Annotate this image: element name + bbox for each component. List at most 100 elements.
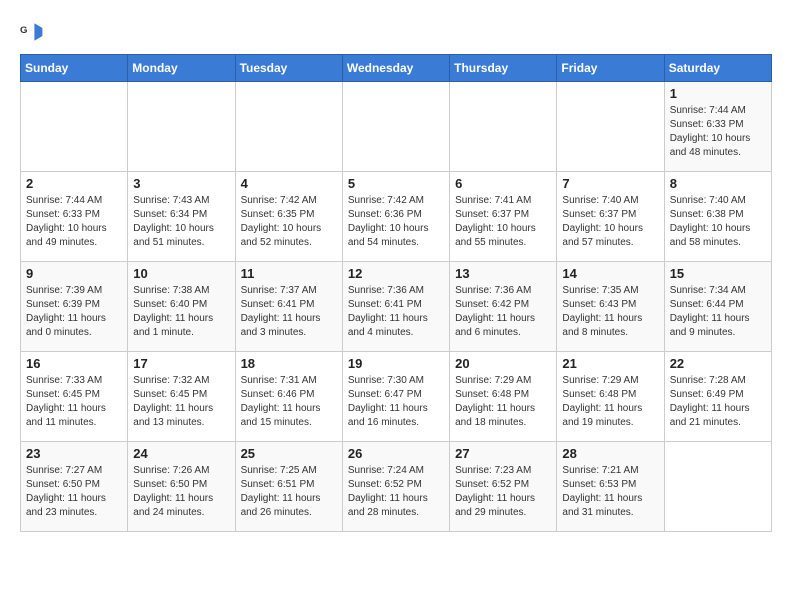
logo: G [20, 20, 48, 44]
weekday-header-tuesday: Tuesday [235, 55, 342, 82]
day-number: 15 [670, 266, 766, 281]
calendar-cell [235, 82, 342, 172]
calendar-cell: 6 Sunrise: 7:41 AM Sunset: 6:37 PM Daylig… [450, 172, 557, 262]
logo-icon: G [20, 20, 44, 44]
cell-info: Sunrise: 7:43 AM Sunset: 6:34 PM Dayligh… [133, 194, 229, 250]
weekday-header-row: SundayMondayTuesdayWednesdayThursdayFrid… [21, 55, 772, 82]
week-row-2: 2 Sunrise: 7:44 AM Sunset: 6:33 PM Daylig… [21, 172, 772, 262]
calendar-cell [664, 442, 771, 532]
cell-info: Sunrise: 7:40 AM Sunset: 6:37 PM Dayligh… [562, 194, 658, 250]
calendar-table: SundayMondayTuesdayWednesdayThursdayFrid… [20, 54, 772, 532]
calendar-cell [128, 82, 235, 172]
cell-info: Sunrise: 7:40 AM Sunset: 6:38 PM Dayligh… [670, 194, 766, 250]
cell-info: Sunrise: 7:31 AM Sunset: 6:46 PM Dayligh… [241, 374, 337, 430]
week-row-5: 23 Sunrise: 7:27 AM Sunset: 6:50 PM Dayli… [21, 442, 772, 532]
cell-info: Sunrise: 7:38 AM Sunset: 6:40 PM Dayligh… [133, 284, 229, 340]
day-number: 23 [26, 446, 122, 461]
day-number: 27 [455, 446, 551, 461]
calendar-cell: 28 Sunrise: 7:21 AM Sunset: 6:53 PM Dayli… [557, 442, 664, 532]
day-number: 21 [562, 356, 658, 371]
calendar-cell: 8 Sunrise: 7:40 AM Sunset: 6:38 PM Daylig… [664, 172, 771, 262]
calendar-cell: 11 Sunrise: 7:37 AM Sunset: 6:41 PM Dayli… [235, 262, 342, 352]
cell-info: Sunrise: 7:39 AM Sunset: 6:39 PM Dayligh… [26, 284, 122, 340]
cell-info: Sunrise: 7:44 AM Sunset: 6:33 PM Dayligh… [26, 194, 122, 250]
cell-info: Sunrise: 7:21 AM Sunset: 6:53 PM Dayligh… [562, 464, 658, 520]
cell-info: Sunrise: 7:24 AM Sunset: 6:52 PM Dayligh… [348, 464, 444, 520]
calendar-cell: 24Sunrise: 7:26 AM Sunset: 6:50 PM Dayli… [128, 442, 235, 532]
calendar-cell: 16Sunrise: 7:33 AM Sunset: 6:45 PM Dayli… [21, 352, 128, 442]
day-number: 19 [348, 356, 444, 371]
cell-info: Sunrise: 7:26 AM Sunset: 6:50 PM Dayligh… [133, 464, 229, 520]
cell-info: Sunrise: 7:28 AM Sunset: 6:49 PM Dayligh… [670, 374, 766, 430]
day-number: 26 [348, 446, 444, 461]
calendar-cell: 17 Sunrise: 7:32 AM Sunset: 6:45 PM Dayli… [128, 352, 235, 442]
day-number: 3 [133, 176, 229, 191]
day-number: 14 [562, 266, 658, 281]
calendar-cell: 14 Sunrise: 7:35 AM Sunset: 6:43 PM Dayli… [557, 262, 664, 352]
cell-info: Sunrise: 7:41 AM Sunset: 6:37 PM Dayligh… [455, 194, 551, 250]
header: G [20, 20, 772, 44]
cell-info: Sunrise: 7:27 AM Sunset: 6:50 PM Dayligh… [26, 464, 122, 520]
calendar-cell: 20 Sunrise: 7:29 AM Sunset: 6:48 PM Dayli… [450, 352, 557, 442]
cell-info: Sunrise: 7:25 AM Sunset: 6:51 PM Dayligh… [241, 464, 337, 520]
cell-info: Sunrise: 7:23 AM Sunset: 6:52 PM Dayligh… [455, 464, 551, 520]
calendar-cell: 15 Sunrise: 7:34 AM Sunset: 6:44 PM Dayli… [664, 262, 771, 352]
calendar-cell [21, 82, 128, 172]
calendar-cell: 13 Sunrise: 7:36 AM Sunset: 6:42 PM Dayli… [450, 262, 557, 352]
calendar-cell: 12 Sunrise: 7:36 AM Sunset: 6:41 PM Dayli… [342, 262, 449, 352]
calendar-cell: 23 Sunrise: 7:27 AM Sunset: 6:50 PM Dayli… [21, 442, 128, 532]
day-number: 17 [133, 356, 229, 371]
day-number: 11 [241, 266, 337, 281]
calendar-cell: 4 Sunrise: 7:42 AM Sunset: 6:35 PM Daylig… [235, 172, 342, 262]
calendar-cell: 10 Sunrise: 7:38 AM Sunset: 6:40 PM Dayli… [128, 262, 235, 352]
cell-info: Sunrise: 7:37 AM Sunset: 6:41 PM Dayligh… [241, 284, 337, 340]
weekday-header-monday: Monday [128, 55, 235, 82]
calendar-cell: 18 Sunrise: 7:31 AM Sunset: 6:46 PM Dayli… [235, 352, 342, 442]
week-row-1: 1Sunrise: 7:44 AM Sunset: 6:33 PM Daylig… [21, 82, 772, 172]
weekday-header-sunday: Sunday [21, 55, 128, 82]
cell-info: Sunrise: 7:35 AM Sunset: 6:43 PM Dayligh… [562, 284, 658, 340]
day-number: 5 [348, 176, 444, 191]
calendar-cell [557, 82, 664, 172]
day-number: 22 [670, 356, 766, 371]
day-number: 13 [455, 266, 551, 281]
cell-info: Sunrise: 7:29 AM Sunset: 6:48 PM Dayligh… [455, 374, 551, 430]
day-number: 8 [670, 176, 766, 191]
cell-info: Sunrise: 7:32 AM Sunset: 6:45 PM Dayligh… [133, 374, 229, 430]
svg-text:G: G [20, 25, 27, 36]
day-number: 16 [26, 356, 122, 371]
day-number: 4 [241, 176, 337, 191]
cell-info: Sunrise: 7:36 AM Sunset: 6:42 PM Dayligh… [455, 284, 551, 340]
weekday-header-friday: Friday [557, 55, 664, 82]
day-number: 18 [241, 356, 337, 371]
calendar-cell: 26 Sunrise: 7:24 AM Sunset: 6:52 PM Dayli… [342, 442, 449, 532]
day-number: 25 [241, 446, 337, 461]
day-number: 7 [562, 176, 658, 191]
cell-info: Sunrise: 7:42 AM Sunset: 6:36 PM Dayligh… [348, 194, 444, 250]
cell-info: Sunrise: 7:34 AM Sunset: 6:44 PM Dayligh… [670, 284, 766, 340]
calendar-cell: 1Sunrise: 7:44 AM Sunset: 6:33 PM Daylig… [664, 82, 771, 172]
day-number: 9 [26, 266, 122, 281]
cell-info: Sunrise: 7:30 AM Sunset: 6:47 PM Dayligh… [348, 374, 444, 430]
calendar-cell: 25 Sunrise: 7:25 AM Sunset: 6:51 PM Dayli… [235, 442, 342, 532]
day-number: 20 [455, 356, 551, 371]
calendar-cell: 21Sunrise: 7:29 AM Sunset: 6:48 PM Dayli… [557, 352, 664, 442]
cell-info: Sunrise: 7:36 AM Sunset: 6:41 PM Dayligh… [348, 284, 444, 340]
weekday-header-saturday: Saturday [664, 55, 771, 82]
day-number: 10 [133, 266, 229, 281]
day-number: 12 [348, 266, 444, 281]
weekday-header-wednesday: Wednesday [342, 55, 449, 82]
calendar-cell: 22 Sunrise: 7:28 AM Sunset: 6:49 PM Dayli… [664, 352, 771, 442]
day-number: 1 [670, 86, 766, 101]
calendar-cell: 5 Sunrise: 7:42 AM Sunset: 6:36 PM Daylig… [342, 172, 449, 262]
calendar-cell: 3 Sunrise: 7:43 AM Sunset: 6:34 PM Daylig… [128, 172, 235, 262]
cell-info: Sunrise: 7:42 AM Sunset: 6:35 PM Dayligh… [241, 194, 337, 250]
weekday-header-thursday: Thursday [450, 55, 557, 82]
calendar-cell: 9 Sunrise: 7:39 AM Sunset: 6:39 PM Daylig… [21, 262, 128, 352]
week-row-3: 9 Sunrise: 7:39 AM Sunset: 6:39 PM Daylig… [21, 262, 772, 352]
calendar-cell: 27 Sunrise: 7:23 AM Sunset: 6:52 PM Dayli… [450, 442, 557, 532]
day-number: 28 [562, 446, 658, 461]
day-number: 2 [26, 176, 122, 191]
day-number: 6 [455, 176, 551, 191]
week-row-4: 16Sunrise: 7:33 AM Sunset: 6:45 PM Dayli… [21, 352, 772, 442]
